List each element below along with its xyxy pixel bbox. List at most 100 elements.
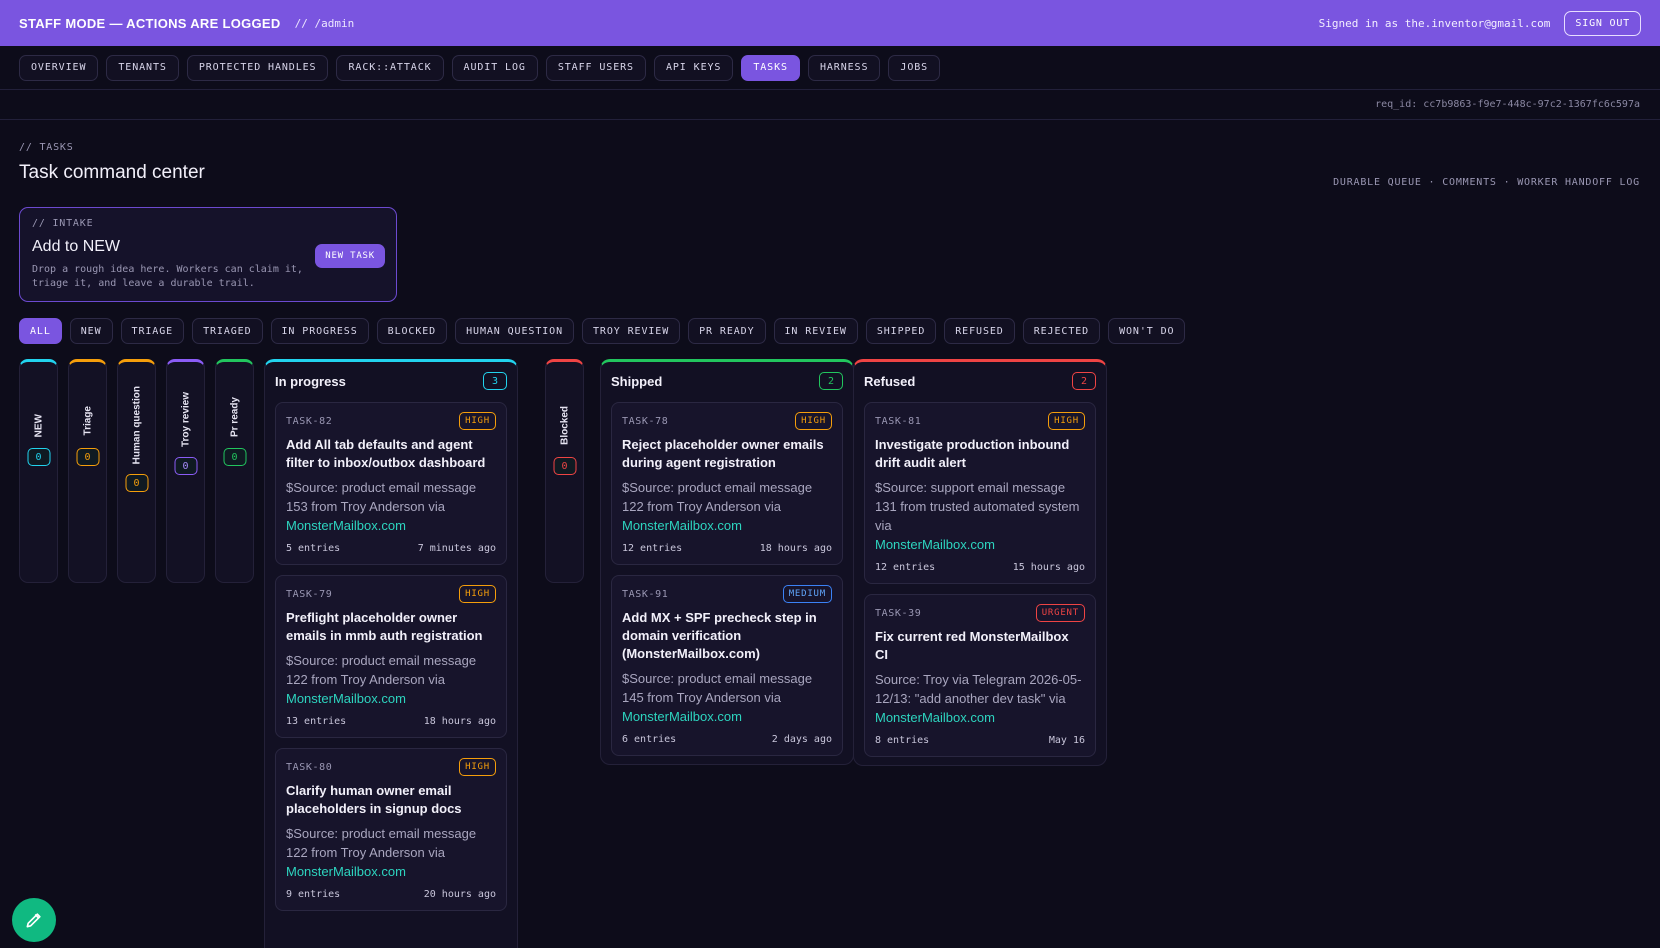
task-card[interactable]: TASK-91 MEDIUM Add MX + SPF precheck step… — [611, 575, 843, 756]
filter-refused[interactable]: REFUSED — [944, 318, 1015, 344]
filter-human-question[interactable]: HUMAN QUESTION — [455, 318, 574, 344]
nav-overview[interactable]: OVERVIEW — [19, 54, 99, 81]
nav-tenants[interactable]: TENANTS — [106, 54, 179, 81]
task-source-text: $Source: product email message 122 from … — [622, 480, 813, 514]
task-title: Reject placeholder owner emails during a… — [622, 437, 824, 470]
collapsed-column-new[interactable]: NEW 0 — [19, 359, 58, 583]
new-task-button[interactable]: NEW TASK — [315, 244, 385, 268]
task-card[interactable]: TASK-81 HIGH Investigate production inbou… — [864, 402, 1096, 584]
task-source-link[interactable]: MonsterMailbox.com — [286, 516, 496, 535]
filter-troy-review[interactable]: TROY REVIEW — [582, 318, 681, 344]
column-header: Refused 2 — [864, 370, 1096, 392]
task-card[interactable]: TASK-78 HIGH Reject placeholder owner ema… — [611, 402, 843, 565]
filter-triage[interactable]: TRIAGE — [120, 318, 185, 344]
task-source-link[interactable]: MonsterMailbox.com — [286, 862, 496, 881]
task-id: TASK-81 — [875, 415, 922, 427]
column-count: 0 — [223, 448, 246, 466]
task-source-text: Source: Troy via Telegram 2026-05-12/13:… — [875, 672, 1082, 706]
filter-new[interactable]: NEW — [69, 318, 113, 344]
task-id: TASK-82 — [286, 415, 333, 427]
filter-all[interactable]: ALL — [19, 318, 62, 344]
task-entries: 12 entries — [622, 543, 683, 554]
column-label: Human question — [131, 386, 142, 465]
filter-shipped[interactable]: SHIPPED — [865, 318, 937, 344]
task-entries: 9 entries — [286, 889, 341, 900]
column-title: In progress — [275, 373, 346, 389]
priority-badge: HIGH — [459, 758, 496, 776]
filter-pr-ready[interactable]: PR READY — [688, 318, 766, 344]
task-title: Add All tab defaults and agent filter to… — [286, 437, 486, 470]
task-source: $Source: product email message 122 from … — [286, 824, 496, 881]
task-updated: 18 hours ago — [423, 716, 496, 727]
task-entries: 8 entries — [875, 735, 930, 746]
task-updated: May 16 — [1048, 735, 1085, 746]
task-source-link[interactable]: MonsterMailbox.com — [622, 707, 832, 726]
collapsed-column-blocked[interactable]: Blocked 0 — [545, 359, 584, 583]
filter-in-review[interactable]: IN REVIEW — [773, 318, 858, 344]
column-count: 0 — [125, 474, 148, 492]
nav-audit-log[interactable]: AUDIT LOG — [451, 54, 538, 81]
collapsed-column-human-question[interactable]: Human question 0 — [117, 359, 156, 583]
task-updated: 15 hours ago — [1012, 562, 1085, 573]
collapsed-column-pr-ready[interactable]: Pr ready 0 — [215, 359, 254, 583]
filter-wont-do[interactable]: WON'T DO — [1108, 318, 1186, 344]
column-shipped: Shipped 2 TASK-78 HIGH Reject placeholder… — [600, 359, 854, 765]
banner-right: Signed in as the.inventor@gmail.com SIGN… — [1318, 10, 1641, 36]
column-count: 3 — [483, 372, 507, 390]
nav-harness[interactable]: HARNESS — [807, 54, 881, 81]
task-card[interactable]: TASK-82 HIGH Add All tab defaults and age… — [275, 402, 507, 565]
task-source-text: $Source: support email message 131 from … — [875, 480, 1080, 533]
signed-in-user: Signed in as the.inventor@gmail.com — [1318, 16, 1551, 30]
task-id: TASK-79 — [286, 588, 333, 600]
task-source-text: $Source: product email message 153 from … — [286, 480, 477, 514]
nav-jobs[interactable]: JOBS — [888, 54, 941, 81]
intake-eyebrow: // INTAKE — [32, 218, 94, 229]
task-source: $Source: support email message 131 from … — [875, 478, 1085, 554]
priority-badge: HIGH — [459, 412, 496, 430]
nav-staff-users[interactable]: STAFF USERS — [545, 54, 646, 81]
task-source: $Source: product email message 122 from … — [622, 478, 832, 535]
task-source-link[interactable]: MonsterMailbox.com — [875, 708, 1085, 727]
task-source: Source: Troy via Telegram 2026-05-12/13:… — [875, 670, 1085, 727]
task-source-link[interactable]: MonsterMailbox.com — [875, 535, 1085, 554]
intake-panel: // INTAKE Add to NEW Drop a rough idea h… — [19, 207, 397, 302]
collapsed-column-triage[interactable]: Triage 0 — [68, 359, 107, 583]
column-count: 0 — [76, 448, 99, 466]
column-refused: Refused 2 TASK-81 HIGH Investigate produc… — [853, 359, 1107, 766]
task-card[interactable]: TASK-79 HIGH Preflight placeholder owner … — [275, 575, 507, 738]
compose-fab[interactable] — [12, 898, 56, 942]
filter-triaged[interactable]: TRIAGED — [192, 318, 263, 344]
task-source-text: $Source: product email message 122 from … — [286, 826, 477, 860]
page-title: Task command center — [19, 162, 205, 183]
column-label: Triage — [82, 406, 93, 436]
sign-out-button[interactable]: SIGN OUT — [1564, 10, 1641, 36]
admin-nav: OVERVIEW TENANTS PROTECTED HANDLES RACK:… — [0, 46, 1660, 90]
filter-blocked[interactable]: BLOCKED — [376, 318, 448, 344]
collapsed-column-troy-review[interactable]: Troy review 0 — [166, 359, 205, 583]
task-id: TASK-91 — [622, 588, 669, 600]
nav-api-keys[interactable]: API KEYS — [653, 54, 734, 81]
task-card[interactable]: TASK-39 URGENT Fix current red MonsterMai… — [864, 594, 1096, 757]
filter-rejected[interactable]: REJECTED — [1022, 318, 1101, 344]
nav-tasks[interactable]: TASKS — [741, 54, 800, 81]
task-source: $Source: product email message 145 from … — [622, 669, 832, 726]
column-count: 0 — [174, 457, 197, 475]
column-label: Blocked — [559, 406, 570, 445]
task-id: TASK-78 — [622, 415, 669, 427]
nav-rack-attack[interactable]: RACK::ATTACK — [336, 54, 444, 81]
column-count: 2 — [1072, 372, 1096, 390]
task-entries: 13 entries — [286, 716, 347, 727]
column-label: NEW — [33, 414, 44, 438]
task-source: $Source: product email message 122 from … — [286, 651, 496, 708]
column-in-progress: In progress 3 TASK-82 HIGH Add All tab de… — [264, 359, 518, 948]
task-title: Investigate production inbound drift aud… — [875, 437, 1070, 470]
task-entries: 12 entries — [875, 562, 936, 573]
task-source-link[interactable]: MonsterMailbox.com — [622, 516, 832, 535]
task-card[interactable]: TASK-80 HIGH Clarify human owner email pl… — [275, 748, 507, 911]
priority-badge: MEDIUM — [782, 585, 832, 603]
task-title: Clarify human owner email placeholders i… — [286, 783, 462, 816]
task-source-link[interactable]: MonsterMailbox.com — [286, 689, 496, 708]
nav-protected-handles[interactable]: PROTECTED HANDLES — [186, 54, 329, 81]
filter-in-progress[interactable]: IN PROGRESS — [270, 318, 369, 344]
priority-badge: HIGH — [795, 412, 832, 430]
